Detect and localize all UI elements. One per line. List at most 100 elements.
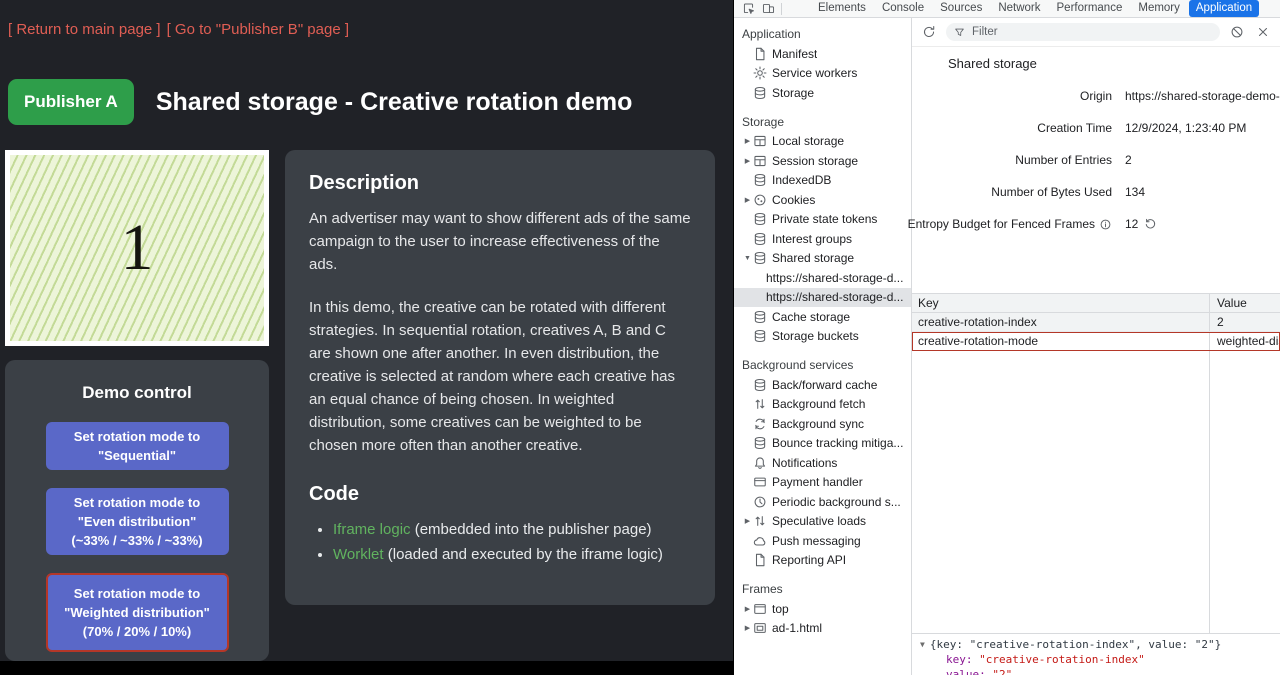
sidebar-item-https-shared-storage-d[interactable]: https://shared-storage-d... [734,268,911,288]
metadata-label: Number of Bytes Used [912,185,1112,199]
sidebar-item-label: Session storage [772,154,858,168]
devtools-tab-application[interactable]: Application [1189,0,1259,17]
storage-entry-row[interactable]: creative-rotation-index2 [912,313,1280,332]
sidebar-item-payment-handler[interactable]: Payment handler [734,473,911,493]
sidebar-item-local-storage[interactable]: ▶Local storage [734,132,911,152]
sidebar-item-private-state-tokens[interactable]: Private state tokens [734,210,911,230]
metadata-row: Number of Bytes Used 134 [912,176,1280,208]
info-icon[interactable] [1099,218,1112,231]
rotation-mode-button-even-distribution[interactable]: Set rotation mode to"Even distribution"(… [46,488,229,555]
delete-all-icon[interactable] [1228,23,1246,41]
return-main-link[interactable]: [ Return to main page ] [8,21,161,38]
sidebar-item-indexeddb[interactable]: IndexedDB [734,171,911,191]
sidebar-item-periodic-background-s[interactable]: Periodic background s... [734,492,911,512]
code-item-text: (loaded and executed by the iframe logic… [384,546,663,563]
metadata-row: Entropy Budget for Fenced Frames12 [912,208,1280,240]
devtools-tabs: ElementsConsoleSourcesNetworkPerformance… [811,0,1259,17]
sidebar-item-label: Bounce tracking mitiga... [772,436,903,450]
database-icon [753,378,767,392]
metadata-label-text: Origin [1080,89,1112,103]
database-icon [753,173,767,187]
sidebar-item-back-forward-cache[interactable]: Back/forward cache [734,375,911,395]
sidebar-item-background-fetch[interactable]: Background fetch [734,395,911,415]
sidebar-section-frames: Frames▶top▶ad-1.html [734,580,911,638]
sidebar-item-label: Notifications [772,456,837,470]
sidebar-item-session-storage[interactable]: ▶Session storage [734,151,911,171]
refresh-icon[interactable] [920,23,938,41]
column-header-key[interactable]: Key [912,294,1210,312]
devtools-tab-sources[interactable]: Sources [933,0,989,17]
sidebar-item-label: Cookies [772,193,815,207]
sidebar-item-interest-groups[interactable]: Interest groups [734,229,911,249]
sidebar-item-label: IndexedDB [772,173,831,187]
metadata-row: Number of Entries2 [912,144,1280,176]
devtools-tab-network[interactable]: Network [991,0,1047,17]
preview-summary-text: {key: "creative-rotation-index", value: … [930,637,1221,652]
sidebar-item-https-shared-storage-d[interactable]: https://shared-storage-d... [734,288,911,308]
expand-triangle-icon[interactable]: ▼ [920,637,925,652]
code-link-worklet[interactable]: Worklet [333,546,384,563]
devtools-tab-performance[interactable]: Performance [1050,0,1130,17]
sidebar-item-storage[interactable]: Storage [734,83,911,103]
sidebar-item-shared-storage[interactable]: ▼Shared storage [734,249,911,269]
sidebar-item-top[interactable]: ▶top [734,599,911,619]
chevron-right-icon: ▶ [742,196,753,204]
demo-control-title: Demo control [21,382,253,404]
metadata-value-text: 12 [1125,217,1138,231]
description-paragraph: In this demo, the creative can be rotate… [309,296,691,457]
sidebar-item-ad-1-html[interactable]: ▶ad-1.html [734,619,911,639]
filter-box[interactable] [946,23,1220,41]
sidebar-item-cookies[interactable]: ▶ Cookies [734,190,911,210]
column-header-value[interactable]: Value [1210,296,1280,310]
panel-toolbar [912,18,1280,47]
devtools: ElementsConsoleSourcesNetworkPerformance… [733,0,1280,675]
page-header: Publisher A Shared storage - Creative ro… [8,79,632,125]
sidebar-item-cache-storage[interactable]: Cache storage [734,307,911,327]
sidebar-item-label: Cache storage [772,310,850,324]
sidebar-item-manifest[interactable]: Manifest [734,44,911,64]
sidebar-item-background-sync[interactable]: Background sync [734,414,911,434]
inspect-element-icon[interactable] [738,1,758,16]
publisher-b-link[interactable]: [ Go to "Publisher B" page ] [167,21,349,38]
cookie-icon [753,193,767,207]
filter-input[interactable] [970,25,1212,39]
devtools-tabbar: ElementsConsoleSourcesNetworkPerformance… [734,0,1280,18]
publisher-badge: Publisher A [8,79,134,125]
storage-entry-row[interactable]: creative-rotation-modeweighted-dist [912,332,1280,351]
sidebar-item-bounce-tracking-mitiga[interactable]: Bounce tracking mitiga... [734,434,911,454]
sidebar-item-push-messaging[interactable]: Push messaging [734,531,911,551]
preview-entry: key: "creative-rotation-index" [920,652,1272,667]
code-list-item: Iframe logic (embedded into the publishe… [333,518,691,541]
devtools-tab-console[interactable]: Console [875,0,931,17]
description-panel: Description An advertiser may want to sh… [285,150,715,605]
sidebar-item-label: Service workers [772,66,857,80]
sidebar-item-reporting-api[interactable]: Reporting API [734,551,911,571]
description-text: An advertiser may want to show different… [309,207,691,457]
rotation-mode-button-sequential[interactable]: Set rotation mode to"Sequential" [46,422,229,470]
ad-creative-frame: 1 [5,150,269,346]
code-link-iframe-logic[interactable]: Iframe logic [333,521,411,538]
frame-icon [753,602,767,616]
devtools-tab-memory[interactable]: Memory [1131,0,1187,17]
device-toolbar-icon[interactable] [758,1,778,16]
description-paragraph: An advertiser may want to show different… [309,207,691,276]
metadata-value: 134 [1125,185,1145,199]
database-icon [753,436,767,450]
metadata-value-text: 12/9/2024, 1:23:40 PM [1125,121,1246,135]
sidebar-item-label: ad-1.html [772,621,822,635]
chevron-right-icon: ▶ [742,605,753,613]
button-line: "Weighted distribution" [54,603,221,622]
sidebar-item-storage-buckets[interactable]: Storage buckets [734,327,911,347]
sidebar-item-notifications[interactable]: Notifications [734,453,911,473]
sidebar-item-label: Payment handler [772,475,863,489]
document-icon [753,553,767,567]
devtools-tab-elements[interactable]: Elements [811,0,873,17]
card-icon [753,475,767,489]
filter-funnel-icon [954,27,965,38]
sidebar-item-service-workers[interactable]: Service workers [734,64,911,84]
reset-icon[interactable] [1144,218,1157,231]
sidebar-item-speculative-loads[interactable]: ▶Speculative loads [734,512,911,532]
delete-selected-icon[interactable] [1254,23,1272,41]
rotation-mode-button-weighted-distribution[interactable]: Set rotation mode to"Weighted distributi… [46,573,229,652]
preview-summary: ▼ {key: "creative-rotation-index", value:… [920,637,1272,652]
